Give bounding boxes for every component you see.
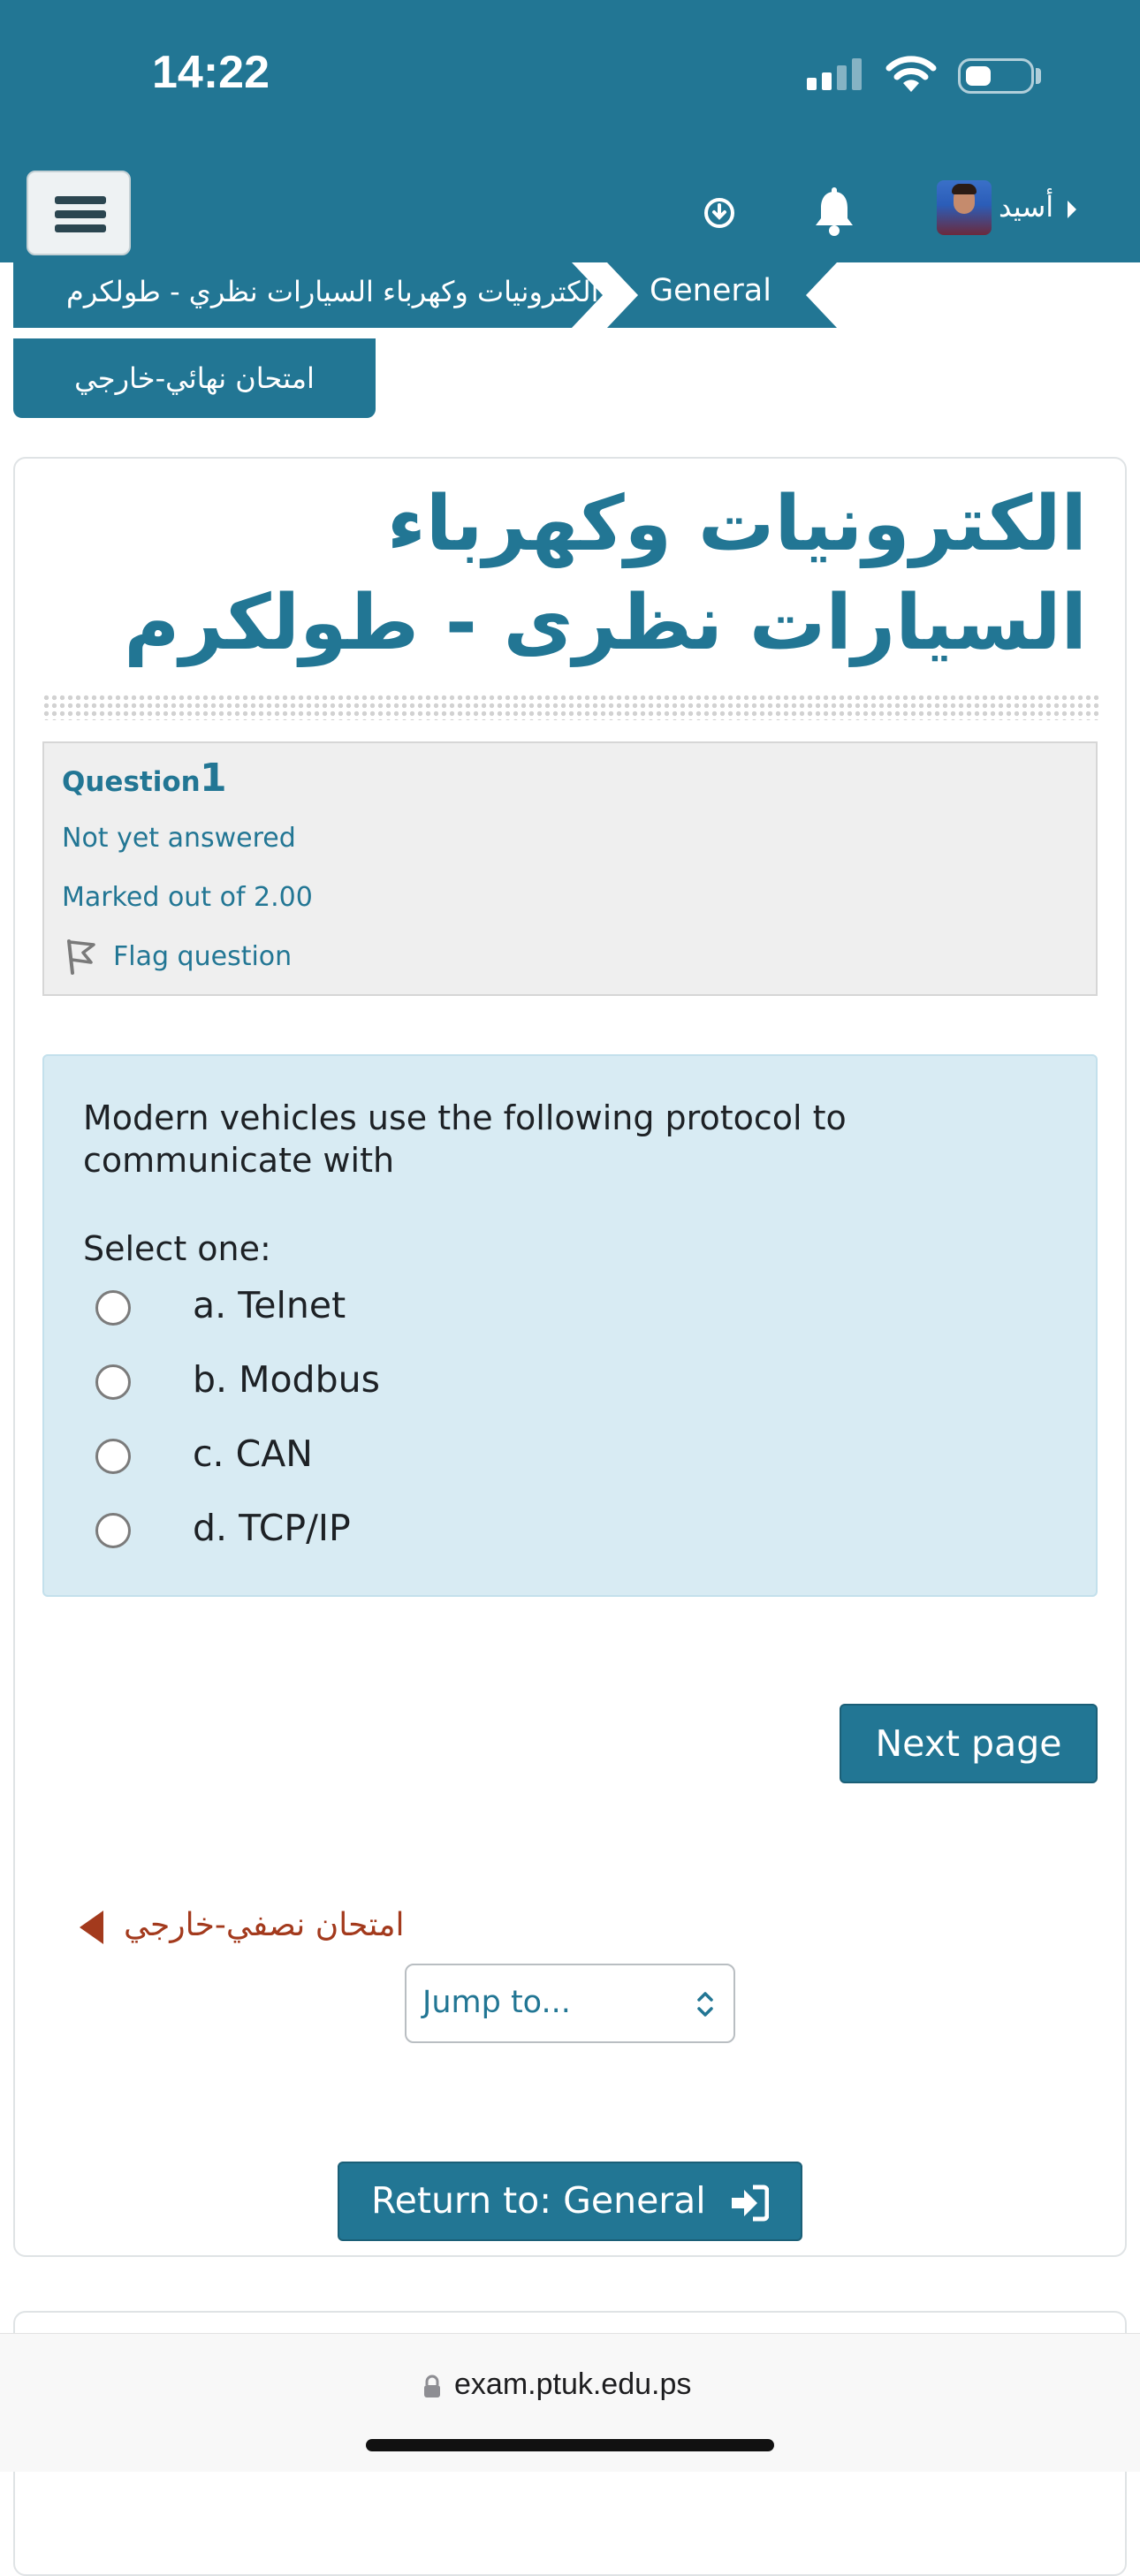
current-activity-tab[interactable]: امتحان نهائي-خارجي: [13, 338, 376, 418]
lock-icon: [424, 2375, 440, 2397]
previous-activity-link[interactable]: امتحان نصفي-خارجي: [80, 1907, 610, 1951]
notification-bell-icon[interactable]: [809, 186, 859, 238]
option-label[interactable]: c. CAN: [193, 1432, 313, 1475]
nav-drawer-button[interactable]: [27, 171, 131, 255]
question-info-box: Question 1 Not yet answered Marked out o…: [42, 741, 1098, 996]
radio-button[interactable]: [95, 1513, 131, 1548]
download-icon[interactable]: [702, 195, 737, 231]
chevron-up-down-icon: [697, 1992, 713, 2017]
caret-left-icon[interactable]: [80, 1911, 103, 1944]
answer-option-c[interactable]: c. CAN: [95, 1431, 802, 1484]
url-text[interactable]: exam.ptuk.edu.ps: [454, 2367, 691, 2402]
breadcrumb-item-general[interactable]: General: [650, 273, 771, 308]
status-time: 14:22: [152, 47, 270, 98]
sign-in-icon: [732, 2185, 769, 2222]
radio-button[interactable]: [95, 1439, 131, 1474]
return-to-section-button[interactable]: Return to: General: [338, 2162, 802, 2241]
page-title: الكترونيات وكهرباء السيارات نظرى - طولكر…: [124, 480, 1087, 667]
previous-activity-label[interactable]: امتحان نصفي-خارجي: [124, 1907, 405, 1943]
return-label: Return to: General: [371, 2179, 706, 2222]
question-state: Not yet answered: [62, 823, 296, 854]
answer-option-a[interactable]: a. Telnet: [95, 1282, 802, 1335]
wifi-icon: [885, 56, 937, 92]
navbar: أسيد: [0, 163, 1140, 262]
option-label[interactable]: b. Modbus: [193, 1358, 380, 1401]
breadcrumb: General الكترونيات وكهرباء السيارات نظري…: [13, 262, 844, 328]
avatar[interactable]: [937, 180, 992, 235]
jump-to-select[interactable]: Jump to...: [405, 1964, 735, 2043]
radio-button[interactable]: [95, 1290, 131, 1326]
question-number: 1: [200, 756, 227, 801]
user-menu-name[interactable]: أسيد: [999, 190, 1053, 224]
question-label: Question: [62, 766, 201, 798]
question-text: Modern vehicles use the following protoc…: [83, 1098, 847, 1180]
option-label[interactable]: a. Telnet: [193, 1284, 346, 1326]
answer-prompt: Select one:: [83, 1229, 271, 1268]
question-content: Modern vehicles use the following protoc…: [42, 1054, 1098, 1597]
breadcrumb-item-course[interactable]: الكترونيات وكهرباء السيارات نظري - طولكر…: [66, 275, 599, 308]
question-grade: Marked out of 2.00: [62, 882, 313, 913]
jump-to-value: Jump to...: [422, 1985, 571, 2020]
flag-question-link[interactable]: Flag question: [113, 941, 292, 972]
flag-icon[interactable]: [64, 938, 99, 975]
user-menu-caret-icon[interactable]: [1068, 201, 1076, 218]
current-activity-label: امتحان نهائي-خارجي: [74, 361, 315, 395]
next-page-button[interactable]: Next page: [840, 1704, 1098, 1783]
answer-option-d[interactable]: d. TCP/IP: [95, 1505, 802, 1558]
option-label[interactable]: d. TCP/IP: [193, 1507, 351, 1549]
home-indicator: [366, 2439, 774, 2451]
radio-button[interactable]: [95, 1364, 131, 1400]
answer-option-b[interactable]: b. Modbus: [95, 1356, 802, 1410]
battery-nub: [1036, 68, 1041, 84]
battery-icon: [958, 58, 1034, 94]
status-bar: 14:22: [0, 0, 1140, 163]
dotted-divider: [42, 694, 1098, 720]
cellular-signal-icon: [807, 58, 867, 90]
